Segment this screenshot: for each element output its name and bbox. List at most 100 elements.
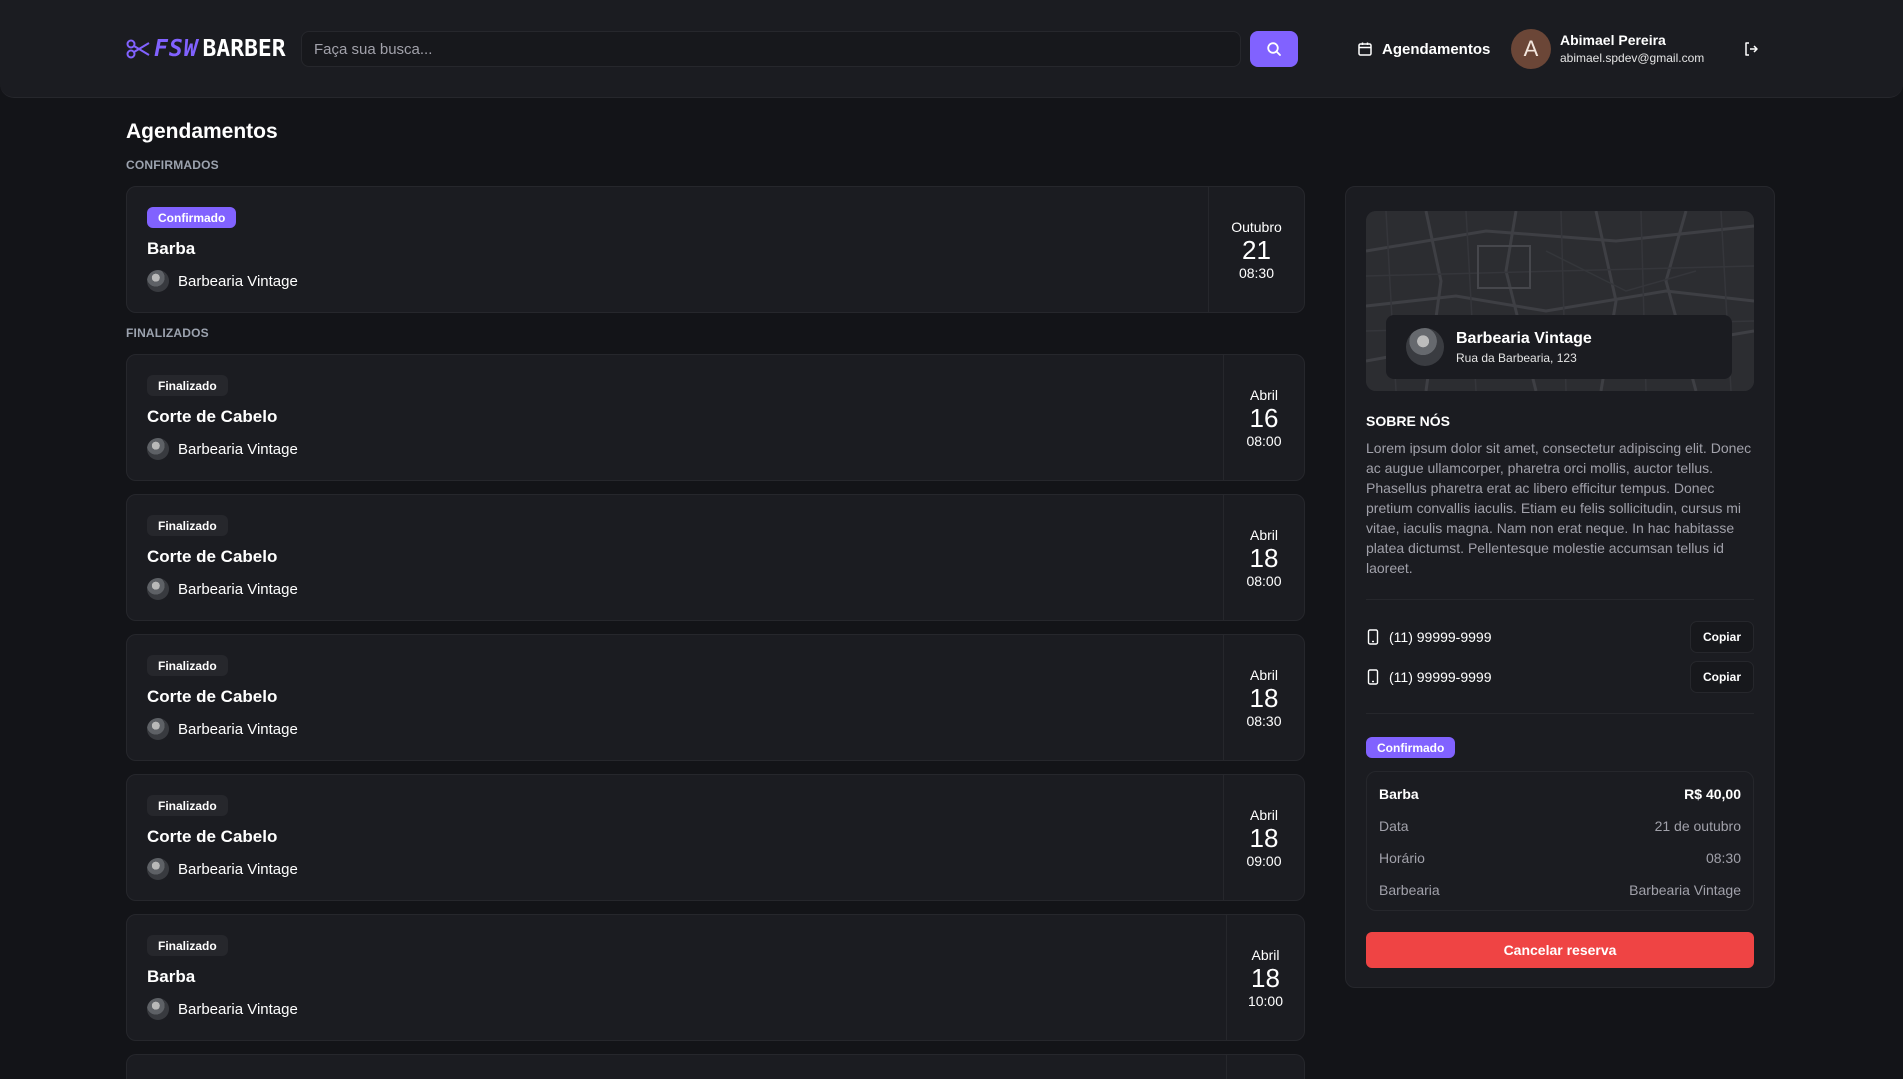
nav-appointments-label: Agendamentos	[1382, 40, 1491, 58]
summary-shop-label: Barbearia	[1379, 882, 1440, 898]
smartphone-icon	[1367, 629, 1379, 645]
summary-date-value: 21 de outubro	[1654, 818, 1741, 834]
calendar-icon	[1358, 42, 1372, 56]
date-month: Outubro	[1231, 218, 1282, 235]
service-name: Corte de Cabelo	[147, 827, 278, 846]
date-time: 09:00	[1246, 852, 1282, 869]
brand-logo[interactable]: FSW BARBER	[126, 36, 286, 62]
shop-info: Barbearia Vintage	[147, 438, 298, 460]
shop-info: Barbearia Vintage	[147, 270, 298, 292]
service-name: Corte de Cabelo	[147, 407, 278, 426]
shop-avatar	[147, 858, 169, 880]
shop-info: Barbearia Vintage	[147, 998, 298, 1020]
summary-date-row: Data 21 de outubro	[1379, 816, 1741, 836]
divider	[1366, 713, 1754, 714]
booking-card[interactable]: Finalizado Corte de Cabelo Barbearia Vin…	[126, 774, 1305, 901]
user-avatar[interactable]: A	[1511, 29, 1551, 69]
date-time: 10:00	[1247, 992, 1284, 1009]
status-badge: Finalizado	[147, 375, 228, 396]
service-name: Corte de Cabelo	[147, 687, 278, 706]
summary-price: R$ 40,00	[1684, 786, 1741, 802]
logout-button[interactable]	[1741, 39, 1761, 59]
about-title: SOBRE NÓS	[1366, 413, 1451, 429]
booking-summary-card: Barba R$ 40,00 Data 21 de outubro Horári…	[1366, 771, 1754, 911]
booking-card[interactable]: Finalizado Barba Barbearia Vintage Abril…	[126, 914, 1305, 1041]
map-image: Barbearia Vintage Rua da Barbearia, 123	[1366, 211, 1754, 391]
date-day: 21	[1242, 234, 1271, 265]
about-text: Lorem ipsum dolor sit amet, consectetur …	[1366, 440, 1752, 576]
page-title: Agendamentos	[126, 120, 278, 143]
summary-shop-row: Barbearia Barbearia Vintage	[1379, 880, 1741, 900]
finished-section-label: FINALIZADOS	[126, 326, 209, 340]
smartphone-icon	[1367, 669, 1379, 685]
shop-name: Barbearia Vintage	[178, 580, 298, 598]
cancel-booking-button[interactable]: Cancelar reserva	[1366, 932, 1754, 968]
service-name: Barba	[147, 967, 196, 986]
user-name: Abimael Pereira	[1560, 32, 1666, 48]
confirmed-section-label: CONFIRMADOS	[126, 158, 219, 172]
status-badge: Confirmado	[147, 207, 237, 228]
status-badge: Finalizado	[147, 795, 228, 816]
service-name: Corte de Cabelo	[147, 547, 278, 566]
scissors-icon	[126, 39, 150, 59]
logout-icon	[1745, 42, 1758, 56]
date-time: 08:00	[1246, 432, 1282, 449]
summary-shop-value: Barbearia Vintage	[1629, 882, 1741, 898]
shop-info: Barbearia Vintage	[147, 858, 298, 880]
summary-service-row: Barba R$ 40,00	[1379, 784, 1741, 804]
user-email: abimael.spdev@gmail.com	[1560, 51, 1705, 65]
map-shop-address: Rua da Barbearia, 123	[1456, 350, 1577, 365]
shop-name: Barbearia Vintage	[178, 1000, 298, 1018]
date-day: 16	[1249, 402, 1279, 433]
date-month: Abril	[1249, 806, 1278, 823]
shop-info: Barbearia Vintage	[147, 578, 298, 600]
shop-avatar	[147, 718, 169, 740]
phone-number: (11) 99999-9999	[1389, 629, 1492, 645]
status-badge: Finalizado	[147, 515, 228, 536]
booking-date: Abril 18 10:00	[1226, 915, 1304, 1040]
summary-time-value: 08:30	[1705, 850, 1741, 866]
date-day: 18	[1251, 962, 1280, 993]
date-month: Abril	[1249, 526, 1278, 543]
date-time: 08:30	[1238, 264, 1275, 281]
booking-card[interactable]: Finalizado Corte de Cabelo Barbearia Vin…	[126, 494, 1305, 621]
top-header: FSW BARBER Agendamentos A Abimael Pereir…	[0, 0, 1903, 98]
status-badge: Confirmado	[1366, 737, 1456, 758]
booking-date	[1226, 1055, 1304, 1079]
search-icon	[1267, 42, 1281, 56]
search-input[interactable]	[301, 31, 1241, 67]
nav-appointments-link[interactable]: Agendamentos	[1357, 38, 1490, 60]
phone-row: (11) 99999-9999 Copiar	[1366, 621, 1754, 653]
shop-name: Barbearia Vintage	[178, 440, 298, 458]
logo-name: BARBER	[202, 36, 286, 62]
booking-card[interactable]	[126, 1054, 1305, 1079]
service-name: Barba	[147, 239, 196, 258]
booking-details-panel: Barbearia Vintage Rua da Barbearia, 123 …	[1345, 186, 1775, 988]
copy-phone-button[interactable]: Copiar	[1689, 661, 1754, 693]
booking-date: Abril 18 09:00	[1223, 775, 1304, 900]
map-shop-name: Barbearia Vintage	[1456, 329, 1592, 347]
booking-card[interactable]: Finalizado Corte de Cabelo Barbearia Vin…	[126, 354, 1305, 481]
shop-avatar	[1406, 328, 1444, 366]
booking-card[interactable]: Confirmado Barba Barbearia Vintage Outub…	[126, 186, 1305, 313]
date-month: Abril	[1249, 666, 1278, 683]
search-button[interactable]	[1250, 31, 1298, 67]
shop-name: Barbearia Vintage	[178, 272, 298, 290]
date-day: 18	[1249, 542, 1279, 573]
summary-time-label: Horário	[1379, 850, 1425, 866]
shop-name: Barbearia Vintage	[178, 860, 298, 878]
shop-avatar	[147, 578, 169, 600]
date-month: Abril	[1251, 946, 1280, 963]
booking-date: Abril 16 08:00	[1223, 355, 1304, 480]
booking-date: Outubro 21 08:30	[1208, 187, 1304, 312]
shop-avatar	[147, 270, 169, 292]
booking-card[interactable]: Finalizado Corte de Cabelo Barbearia Vin…	[126, 634, 1305, 761]
date-month: Abril	[1249, 386, 1278, 403]
copy-phone-button[interactable]: Copiar	[1689, 621, 1754, 653]
phone-number: (11) 99999-9999	[1389, 669, 1492, 685]
user-initial: A	[1523, 36, 1539, 61]
date-day: 18	[1249, 682, 1279, 713]
logo-prefix: FSW	[154, 36, 199, 62]
date-time: 08:00	[1246, 572, 1282, 589]
summary-date-label: Data	[1379, 818, 1409, 834]
